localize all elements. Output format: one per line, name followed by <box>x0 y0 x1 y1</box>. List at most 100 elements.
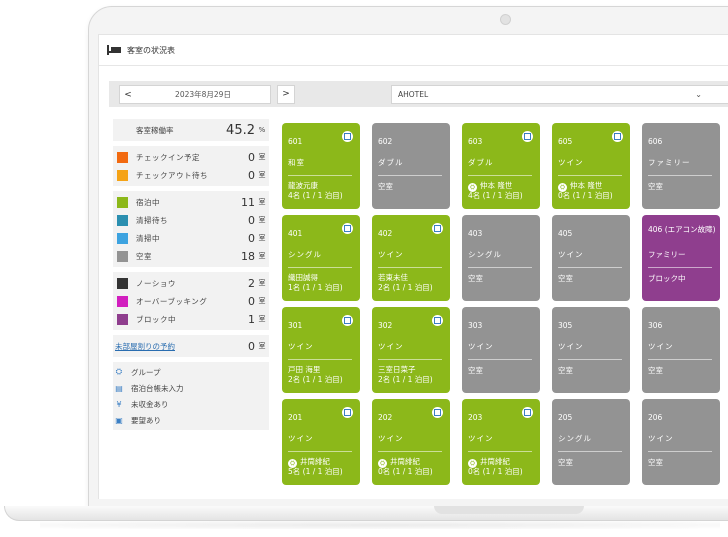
room-card[interactable]: 406 (エアコン故障) ファミリー ブロック中 <box>642 215 720 301</box>
room-card[interactable]: 206 ツイン 空室 <box>642 399 720 485</box>
room-card[interactable]: 601 和室 龍波元康 4名 (1 / 1 泊目) <box>282 123 360 209</box>
room-number: 601 <box>288 137 303 146</box>
status-unit: 室 <box>258 234 266 242</box>
room-type: ツイン <box>378 434 404 443</box>
room-guest: 空室 <box>378 181 393 192</box>
status-row: ブロック中 1 室 <box>113 310 269 328</box>
room-stay: 2名 (1 / 1 泊目) <box>288 375 343 384</box>
legend-label: 宿泊台帳未入力 <box>131 383 184 393</box>
ledger-icon <box>522 131 533 142</box>
room-guest-text: 空室 <box>378 182 393 191</box>
room-card[interactable]: 602 ダブル 空室 <box>372 123 450 209</box>
room-type: ツイン <box>378 342 404 351</box>
room-stay: 4名 (1 / 1 泊目) <box>288 191 343 200</box>
legend-item: ▤ 宿泊台帳未入力 <box>113 380 269 396</box>
room-card[interactable]: 306 ツイン 空室 <box>642 307 720 393</box>
room-type: シングル <box>288 250 322 259</box>
room-stay: 2名 (1 / 1 泊目) <box>378 375 433 384</box>
room-number: 203 <box>468 413 483 422</box>
room-type: ツイン <box>288 434 314 443</box>
unassigned-reservations-link[interactable]: 未部屋割りの予約 <box>113 341 225 352</box>
next-day-button[interactable]: > <box>277 85 295 104</box>
room-card[interactable]: 401 シングル 織田誠得 1名 (1 / 1 泊目) <box>282 215 360 301</box>
room-guest-text: 空室 <box>648 458 663 467</box>
room-number: 303 <box>468 321 483 330</box>
status-row: オーバーブッキング 0 室 <box>113 292 269 310</box>
room-stay: 4名 (1 / 1 泊目) <box>468 191 523 200</box>
date-value[interactable]: 2023年8月29日 <box>136 89 270 100</box>
room-guest-text: ブロック中 <box>648 274 686 283</box>
status-unit: 室 <box>258 297 266 305</box>
room-guest: 空室 <box>648 365 663 376</box>
room-type: ツイン <box>558 250 584 259</box>
room-card[interactable]: 202 ツイン ⛭ 井筒緋紀 0名 (1 / 1 泊目) <box>372 399 450 485</box>
legend-label: 要望あり <box>131 415 161 425</box>
status-label: ブロック中 <box>136 314 176 324</box>
unassigned-unit: 室 <box>258 342 266 350</box>
hotel-select[interactable]: AHOTEL ⌄ <box>391 85 728 104</box>
room-stay: 0名 (1 / 1 泊目) <box>558 191 613 200</box>
chevron-down-icon[interactable]: ⌄ <box>662 90 728 99</box>
ledger-icon <box>342 315 353 326</box>
room-number: 605 <box>558 137 573 146</box>
status-row: ノーショウ 2 室 <box>113 274 269 292</box>
laptop-notch <box>434 506 584 514</box>
room-card[interactable]: 205 シングル 空室 <box>552 399 630 485</box>
status-swatch <box>117 214 128 226</box>
status-group: チェックイン予定 0 室チェックアウト待ち 0 室 <box>113 146 269 186</box>
room-type: ツイン <box>378 250 404 259</box>
status-swatch <box>117 151 128 163</box>
room-type: シングル <box>468 250 502 259</box>
status-unit: 室 <box>258 279 266 287</box>
room-guest: 空室 <box>558 365 573 376</box>
room-number: 205 <box>558 413 573 422</box>
camera-icon <box>500 14 511 25</box>
ledger-icon <box>432 223 443 234</box>
room-card[interactable]: 603 ダブル ⛭ 仲本 隆世 4名 (1 / 1 泊目) <box>462 123 540 209</box>
hotel-value[interactable]: AHOTEL <box>392 90 662 99</box>
room-card[interactable]: 203 ツイン ⛭ 井筒緋紀 0名 (1 / 1 泊目) <box>462 399 540 485</box>
bed-icon <box>107 45 121 55</box>
ledger-icon <box>342 131 353 142</box>
status-count: 0 <box>248 150 255 164</box>
ledger-icon: ▤ <box>115 383 123 393</box>
room-guest: 空室 <box>468 273 483 284</box>
room-type: ツイン <box>468 434 494 443</box>
room-guest-text: 井筒緋紀 <box>300 457 330 466</box>
status-swatch <box>117 250 128 262</box>
status-count: 18 <box>241 249 255 263</box>
status-summary-panel: 客室稼働率 45.2 % チェックイン予定 0 室チェックアウト待ち 0 室宿泊中 11 室… <box>113 119 269 435</box>
room-card[interactable]: 403 シングル 空室 <box>462 215 540 301</box>
occupancy-value: 45.2 <box>226 122 255 138</box>
status-row: 清掃待ち 0 室 <box>113 211 269 229</box>
room-guest-text: 空室 <box>468 366 483 375</box>
room-card[interactable]: 405 ツイン 空室 <box>552 215 630 301</box>
status-label: チェックイン予定 <box>136 152 200 162</box>
ledger-icon <box>612 131 623 142</box>
status-row: チェックイン予定 0 室 <box>113 148 269 166</box>
room-card[interactable]: 302 ツイン 三室日菜子 2名 (1 / 1 泊目) <box>372 307 450 393</box>
date-picker[interactable]: < 2023年8月29日 <box>119 85 271 104</box>
status-row: 空室 18 室 <box>113 247 269 265</box>
legend-label: グループ <box>131 367 161 377</box>
room-card[interactable]: 305 ツイン 空室 <box>552 307 630 393</box>
prev-day-button[interactable]: < <box>120 90 136 100</box>
room-card[interactable]: 605 ツイン ⛭ 仲本 隆世 0名 (1 / 1 泊目) <box>552 123 630 209</box>
room-type: ファミリー <box>648 250 686 259</box>
group-icon: ⛭ <box>115 367 123 376</box>
room-guest-text: 仲本 隆世 <box>570 181 603 190</box>
room-card[interactable]: 301 ツイン 戸田 海里 2名 (1 / 1 泊目) <box>282 307 360 393</box>
room-card[interactable]: 303 ツイン 空室 <box>462 307 540 393</box>
room-type: ツイン <box>558 158 584 167</box>
status-group: 宿泊中 11 室清掃待ち 0 室清掃中 0 室空室 18 室 <box>113 191 269 267</box>
room-guest-text: 井筒緋紀 <box>480 457 510 466</box>
room-card[interactable]: 606 ファミリー 空室 <box>642 123 720 209</box>
room-stay: 1名 (1 / 1 泊目) <box>288 283 343 292</box>
room-guest: 空室 <box>648 457 663 468</box>
ledger-icon <box>432 315 443 326</box>
room-card[interactable]: 201 ツイン ⛭ 井筒緋紀 5名 (1 / 1 泊目) <box>282 399 360 485</box>
room-guest-text: 井筒緋紀 <box>390 457 420 466</box>
status-label: ノーショウ <box>136 278 176 288</box>
room-guest-text: 空室 <box>648 182 663 191</box>
room-card[interactable]: 402 ツイン 若東未佳 2名 (1 / 1 泊目) <box>372 215 450 301</box>
